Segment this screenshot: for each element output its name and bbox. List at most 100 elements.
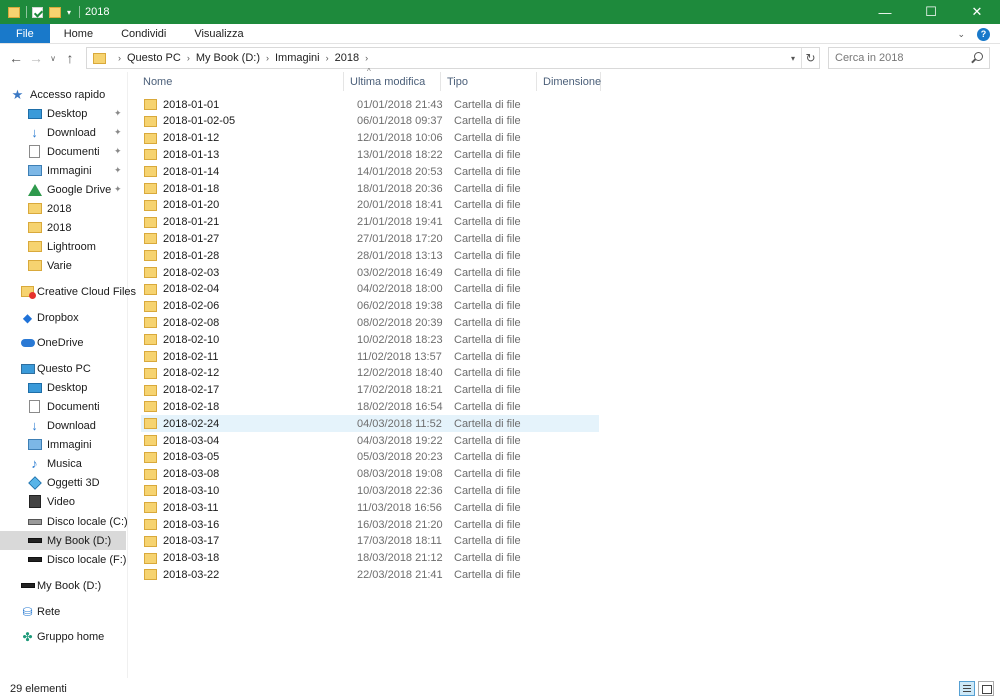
table-row[interactable]: 2018-02-03 03/02/2018 16:49 Cartella di fi… [141, 264, 599, 281]
table-row[interactable]: 2018-02-06 06/02/2018 19:38 Cartella di fi… [141, 298, 599, 315]
nav-item-accesso-rapido[interactable]: ★ Accesso rapido [0, 85, 126, 104]
table-row[interactable]: 2018-02-04 04/02/2018 18:00 Cartella di fi… [141, 281, 599, 298]
column-header-dimensione[interactable]: Dimensione [537, 72, 601, 91]
pin-icon[interactable]: ✦ [114, 147, 122, 156]
nav-item-video[interactable]: Video [0, 492, 126, 511]
details-view-button[interactable] [959, 681, 975, 696]
table-row[interactable]: 2018-03-04 04/03/2018 19:22 Cartella di fi… [141, 432, 599, 449]
table-row[interactable]: 2018-02-10 10/02/2018 18:23 Cartella di fi… [141, 331, 599, 348]
table-row[interactable]: 2018-02-18 18/02/2018 16:54 Cartella di fi… [141, 398, 599, 415]
breadcrumb-my-book[interactable]: My Book (D:) [196, 52, 260, 64]
nav-item-download[interactable]: ↓ Download ✦ [0, 123, 126, 142]
up-button[interactable]: ↑ [60, 47, 80, 69]
nav-item-disco-locale-f[interactable]: Disco locale (F:) [0, 550, 126, 569]
nav-item-immagini[interactable]: Immagini ✦ [0, 161, 126, 180]
nav-item-2018[interactable]: 2018 [0, 199, 126, 218]
nav-item-desktop[interactable]: Desktop [0, 378, 126, 397]
table-row[interactable]: 2018-02-08 08/02/2018 20:39 Cartella di fi… [141, 314, 599, 331]
table-row[interactable]: 2018-02-11 11/02/2018 13:57 Cartella di fi… [141, 348, 599, 365]
pin-icon[interactable]: ✦ [114, 166, 122, 175]
tab-home[interactable]: Home [50, 24, 107, 43]
refresh-icon[interactable]: ↻ [801, 48, 819, 68]
table-row[interactable]: 2018-01-20 20/01/2018 18:41 Cartella di fi… [141, 197, 599, 214]
breadcrumb-questo-pc[interactable]: Questo PC [127, 52, 181, 64]
nav-item-disco-locale-c[interactable]: Disco locale (C:) [0, 512, 128, 531]
address-dropdown-icon[interactable]: ▾ [785, 54, 801, 63]
nav-item-varie[interactable]: Varie [0, 256, 126, 275]
search-input[interactable] [829, 49, 967, 67]
table-row[interactable]: 2018-01-28 28/01/2018 13:13 Cartella di fi… [141, 247, 599, 264]
search-box[interactable] [828, 47, 990, 69]
pin-icon[interactable]: ✦ [114, 185, 122, 194]
nav-item-documenti[interactable]: Documenti [0, 397, 126, 416]
recent-locations-icon[interactable]: ∨ [46, 54, 60, 63]
table-row[interactable]: 2018-01-13 13/01/2018 18:22 Cartella di fi… [141, 146, 599, 163]
nav-item-google-drive[interactable]: Google Drive ✦ [0, 180, 126, 199]
customize-toolbar-icon[interactable]: ▾ [67, 8, 71, 17]
nav-item-desktop[interactable]: Desktop ✦ [0, 104, 126, 123]
breadcrumb-immagini[interactable]: Immagini [275, 52, 320, 64]
nav-item-my-book-d[interactable]: My Book (D:) [0, 576, 126, 595]
table-row[interactable]: 2018-03-11 11/03/2018 16:56 Cartella di fi… [141, 499, 599, 516]
navigation-pane[interactable]: ★ Accesso rapido Desktop ✦ ↓ Download ✦ … [0, 72, 136, 678]
maximize-button[interactable]: ☐ [908, 0, 954, 24]
back-button[interactable]: ← [6, 47, 26, 69]
breadcrumb-2018[interactable]: 2018 [335, 52, 359, 64]
nav-item-dropbox[interactable]: ◆ Dropbox [0, 308, 126, 327]
table-row[interactable]: 2018-01-02-05 06/01/2018 09:37 Cartella di… [141, 113, 599, 130]
breadcrumb-separator[interactable]: › [365, 53, 368, 63]
nav-item-2018[interactable]: 2018 [0, 218, 126, 237]
breadcrumb-separator[interactable]: › [326, 53, 329, 63]
nav-item-oggetti-3d[interactable]: Oggetti 3D [0, 473, 126, 492]
breadcrumb-separator[interactable]: › [187, 53, 190, 63]
forward-button[interactable]: → [26, 47, 46, 69]
close-button[interactable]: ✕ [954, 0, 1000, 24]
search-icon[interactable] [974, 52, 983, 61]
table-row[interactable]: 2018-01-01 01/01/2018 21:43 Cartella di fi… [141, 96, 599, 113]
table-row[interactable]: 2018-03-05 05/03/2018 20:23 Cartella di fi… [141, 449, 599, 466]
nav-item-immagini[interactable]: Immagini [0, 435, 126, 454]
table-row[interactable]: 2018-01-27 27/01/2018 17:20 Cartella di fi… [141, 230, 599, 247]
address-bar[interactable]: › Questo PC › My Book (D:) › Immagini › … [86, 47, 820, 69]
nav-item-my-book-d[interactable]: My Book (D:) [0, 531, 126, 550]
tab-file[interactable]: File [0, 24, 50, 43]
help-icon[interactable]: ? [977, 27, 990, 41]
pin-icon[interactable]: ✦ [114, 128, 122, 137]
nav-item-onedrive[interactable]: OneDrive [0, 333, 126, 352]
breadcrumb-separator[interactable]: › [266, 53, 269, 63]
column-header-tipo[interactable]: Tipo [441, 72, 537, 91]
nav-item-lightroom[interactable]: Lightroom [0, 237, 126, 256]
nav-item-download[interactable]: ↓ Download [0, 416, 126, 435]
pin-icon[interactable]: ✦ [114, 109, 122, 118]
nav-item-musica[interactable]: ♪ Musica [0, 454, 126, 473]
new-folder-icon[interactable] [49, 6, 61, 18]
table-row[interactable]: 2018-02-17 17/02/2018 18:21 Cartella di fi… [141, 382, 599, 399]
nav-item-rete[interactable]: ⛁ Rete [0, 602, 126, 621]
tab-visualizza[interactable]: Visualizza [180, 24, 257, 43]
table-row[interactable]: 2018-02-24 04/03/2018 11:52 Cartella di fi… [141, 415, 599, 433]
nav-item-gruppo-home[interactable]: ✤ Gruppo home [0, 627, 126, 646]
column-header-ultima-modifica[interactable]: Ultima modifica [344, 72, 441, 91]
column-header-nome[interactable]: Nome [137, 72, 344, 91]
tab-condividi[interactable]: Condividi [107, 24, 180, 43]
file-list[interactable]: ^ Nome Ultima modifica Tipo Dimensione 2… [129, 67, 1000, 678]
breadcrumb-separator[interactable]: › [118, 53, 121, 63]
table-row[interactable]: 2018-03-18 18/03/2018 21:12 Cartella di fi… [141, 550, 599, 567]
table-row[interactable]: 2018-03-22 22/03/2018 21:41 Cartella di fi… [141, 566, 599, 583]
table-row[interactable]: 2018-03-10 10/03/2018 22:36 Cartella di fi… [141, 482, 599, 499]
table-row[interactable]: 2018-01-12 12/01/2018 10:06 Cartella di fi… [141, 130, 599, 147]
table-row[interactable]: 2018-01-18 18/01/2018 20:36 Cartella di fi… [141, 180, 599, 197]
table-row[interactable]: 2018-01-14 14/01/2018 20:53 Cartella di fi… [141, 163, 599, 180]
properties-icon[interactable] [32, 6, 43, 18]
table-row[interactable]: 2018-03-16 16/03/2018 21:20 Cartella di fi… [141, 516, 599, 533]
table-row[interactable]: 2018-03-17 17/03/2018 18:11 Cartella di fi… [141, 533, 599, 550]
nav-item-documenti[interactable]: Documenti ✦ [0, 142, 126, 161]
minimize-button[interactable]: — [862, 0, 908, 24]
expand-ribbon-icon[interactable]: ⌄ [957, 29, 965, 40]
nav-item-questo-pc[interactable]: Questo PC [0, 359, 126, 378]
table-row[interactable]: 2018-02-12 12/02/2018 18:40 Cartella di fi… [141, 365, 599, 382]
table-row[interactable]: 2018-01-21 21/01/2018 19:41 Cartella di fi… [141, 214, 599, 231]
large-icons-view-button[interactable] [978, 681, 994, 696]
table-row[interactable]: 2018-03-08 08/03/2018 19:08 Cartella di fi… [141, 466, 599, 483]
nav-item-creative-cloud-files[interactable]: Creative Cloud Files [0, 282, 136, 301]
